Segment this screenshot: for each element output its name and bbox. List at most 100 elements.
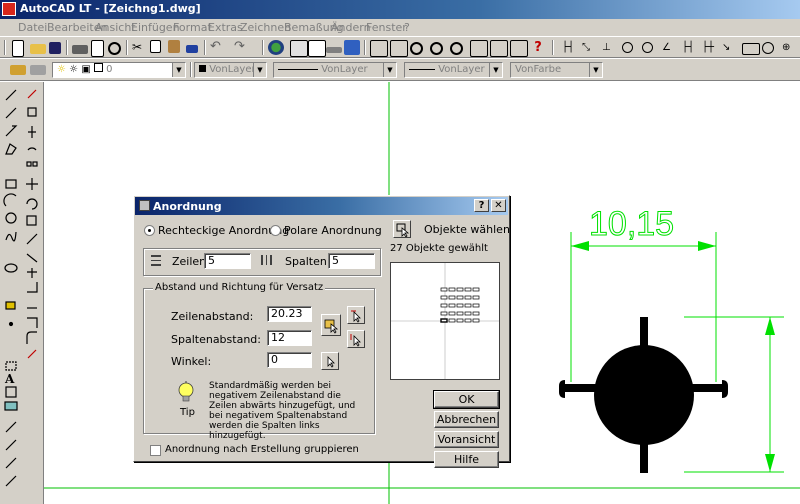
- rows-input[interactable]: 5: [204, 253, 251, 269]
- selected-count: 27 Objekte gewählt: [390, 243, 488, 254]
- point-icon: [8, 321, 14, 327]
- circle-icon: [5, 212, 17, 224]
- help-button[interactable]: Hilfe: [434, 451, 499, 468]
- angle-label: Winkel:: [171, 355, 212, 368]
- chevron-down-icon[interactable]: ▼: [383, 63, 396, 77]
- design-center-icon[interactable]: [490, 40, 508, 57]
- radio-polar[interactable]: [270, 225, 281, 236]
- column-offset-input[interactable]: 12: [267, 330, 312, 346]
- zoom-previous-icon[interactable]: [430, 42, 443, 55]
- center-mark-icon[interactable]: [762, 42, 774, 54]
- fillet-icon: [26, 331, 37, 344]
- dim-edit-icon[interactable]: ⊕: [782, 40, 798, 55]
- dimension-text: 10,15: [589, 205, 674, 243]
- dim-angular-icon[interactable]: ∠: [662, 40, 678, 55]
- dialog-close-button[interactable]: ✕: [491, 199, 506, 212]
- toolbar-separator: [190, 62, 192, 77]
- array-icon: [26, 161, 32, 167]
- tolerance-icon[interactable]: [742, 43, 760, 55]
- pick-angle-button[interactable]: [321, 352, 339, 370]
- lock-icon: ▣: [81, 64, 91, 75]
- toolbar-separator: [262, 40, 264, 55]
- tip-lightbulb-icon: [178, 381, 194, 402]
- paste-icon[interactable]: [168, 40, 180, 53]
- open-icon[interactable]: [30, 44, 46, 54]
- preview-button[interactable]: Voransicht <: [434, 431, 499, 461]
- plotstyle-combo[interactable]: VonFarbe ▼: [510, 62, 603, 78]
- polygon-icon: [5, 143, 17, 155]
- layers-icon[interactable]: [10, 65, 26, 75]
- chevron-down-icon[interactable]: ▼: [253, 63, 266, 77]
- dim-baseline-icon[interactable]: ├┤: [682, 40, 698, 55]
- snap-icon[interactable]: [290, 40, 308, 57]
- autocad-app-icon[interactable]: [2, 2, 16, 16]
- menu-help[interactable]: ?: [404, 21, 410, 34]
- chevron-down-icon[interactable]: ▼: [589, 63, 602, 77]
- save-icon[interactable]: [49, 42, 61, 54]
- chevron-down-icon[interactable]: ▼: [172, 63, 185, 77]
- pick-row-offset-button[interactable]: [347, 306, 365, 324]
- cancel-button[interactable]: Abbrechen: [434, 411, 499, 428]
- select-objects-button[interactable]: [393, 220, 411, 238]
- zoom-realtime-icon[interactable]: [390, 40, 408, 57]
- leader-icon[interactable]: ↘: [722, 40, 738, 55]
- row-offset-input[interactable]: 20.23: [267, 306, 312, 322]
- toolbar-separator: [66, 40, 68, 55]
- print-icon[interactable]: [72, 45, 88, 54]
- match-properties-icon[interactable]: [186, 45, 198, 53]
- web-icon[interactable]: [268, 40, 284, 55]
- group-after-create-checkbox[interactable]: [150, 445, 161, 456]
- columns-input[interactable]: 5: [328, 253, 375, 269]
- color-combo[interactable]: VonLayer ▼: [194, 62, 267, 78]
- cut-icon[interactable]: ✂: [132, 40, 148, 55]
- menu-extras[interactable]: Extras: [208, 21, 243, 34]
- toolbar-icon[interactable]: [326, 47, 342, 53]
- dim-diameter-icon[interactable]: [642, 42, 653, 53]
- dim-radius-icon[interactable]: [622, 42, 633, 53]
- menu-fenster[interactable]: Fenster: [366, 21, 407, 34]
- dialog-title-bar[interactable]: Anordnung ? ✕: [135, 197, 508, 215]
- layer-previous-icon[interactable]: [30, 65, 46, 75]
- layer-icon[interactable]: [308, 40, 326, 57]
- radio-polar-label: Polare Anordnung: [284, 224, 382, 237]
- help-icon[interactable]: ?: [530, 40, 546, 55]
- stretch-icon: [26, 233, 38, 245]
- angle-input[interactable]: 0: [267, 352, 312, 368]
- plotstyle-value: VonFarbe: [515, 64, 562, 75]
- dim-aligned-icon[interactable]: ⤡: [582, 40, 598, 55]
- pick-column-offset-icon: [350, 334, 361, 347]
- pick-both-offsets-button[interactable]: [321, 314, 341, 336]
- copy-icon[interactable]: [150, 40, 161, 53]
- chamfer-icon: [27, 317, 38, 328]
- chevron-down-icon[interactable]: ▼: [489, 63, 502, 77]
- pick-column-offset-button[interactable]: [347, 330, 365, 348]
- zoom-window-icon[interactable]: [410, 42, 423, 55]
- layer-combo[interactable]: ☼ ☼ ▣ 0 ▼: [52, 62, 186, 78]
- redo-icon[interactable]: ↷: [234, 40, 250, 55]
- linetype-combo[interactable]: VonLayer ▼: [273, 62, 397, 78]
- tool-palette-icon[interactable]: [510, 40, 528, 57]
- lineweight-combo[interactable]: VonLayer ▼: [404, 62, 503, 78]
- zoom-all-icon[interactable]: [450, 42, 463, 55]
- find-icon[interactable]: [108, 42, 121, 55]
- dialog-help-button[interactable]: ?: [474, 199, 489, 212]
- rows-icon: [151, 255, 161, 266]
- copy-object-icon: [27, 107, 37, 117]
- menu-datei[interactable]: Datei: [18, 21, 47, 34]
- menu-ansicht[interactable]: Ansicht: [95, 21, 136, 34]
- dim-linear-icon[interactable]: ├┤: [562, 40, 578, 55]
- menu-format[interactable]: Format: [173, 21, 212, 34]
- menu-aendern[interactable]: Ändern: [331, 21, 371, 34]
- window-icon[interactable]: [344, 40, 360, 55]
- print-preview-icon[interactable]: [91, 40, 104, 57]
- rectangle-icon: [5, 179, 17, 189]
- dim-continue-icon[interactable]: ├┼: [702, 40, 718, 55]
- undo-icon[interactable]: ↶: [210, 40, 226, 55]
- ok-button[interactable]: OK: [433, 390, 500, 409]
- pan-icon[interactable]: [370, 40, 388, 57]
- new-icon[interactable]: [12, 40, 24, 57]
- dim-ordinate-icon[interactable]: ⊥: [602, 40, 618, 55]
- radio-rectangular[interactable]: [144, 225, 155, 236]
- properties-icon[interactable]: [470, 40, 488, 57]
- pick-angle-icon: [327, 356, 335, 368]
